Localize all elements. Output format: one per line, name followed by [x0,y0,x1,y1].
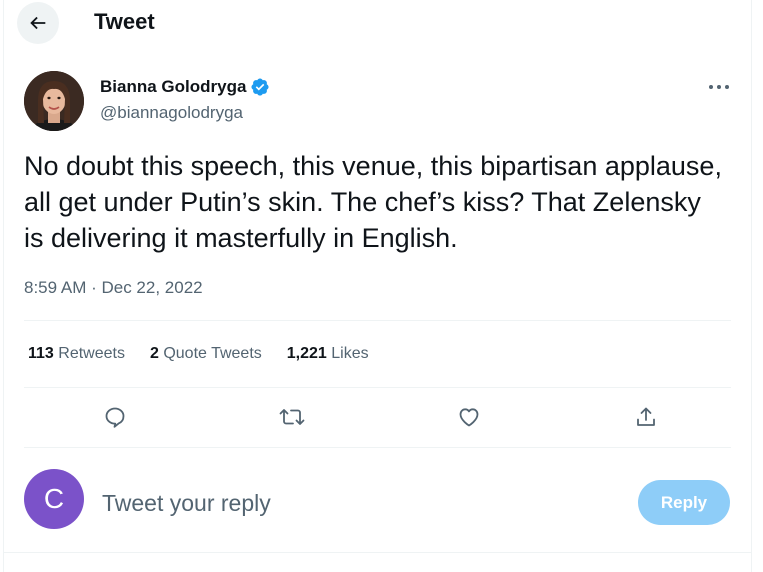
tweet-stats: 113 Retweets 2 Quote Tweets 1,221 Likes [28,345,369,363]
reply-button[interactable] [98,400,132,434]
quote-tweets-count: 2 [149,345,159,362]
like-button[interactable] [452,400,486,434]
retweets-count: 113 [28,345,54,362]
share-button[interactable] [629,400,663,434]
likes-stat[interactable]: 1,221 Likes [287,345,369,363]
retweet-button[interactable] [275,400,309,434]
back-button[interactable] [17,2,59,44]
tweet-text: No doubt this speech, this venue, this b… [24,151,722,253]
quote-tweets-stat[interactable]: 2 Quote Tweets [150,345,262,363]
tweet-detail-panel: Tweet Bianna Golodryga @biannagolodryga … [3,0,752,572]
tweet-header: Tweet [4,0,751,48]
likes-label: Likes [331,345,369,362]
tweet-actions [24,400,731,434]
author-name-label: Bianna Golodryga [100,77,247,96]
divider [24,447,731,448]
divider [4,552,751,553]
verified-badge-icon [251,78,269,96]
tweet-timestamp[interactable]: 8:59 AM · Dec 22, 2022 [24,278,203,298]
like-icon [459,408,479,427]
author-handle[interactable]: @biannagolodryga [100,103,243,123]
divider [24,320,731,321]
retweet-icon [279,409,305,425]
more-dots-icon [709,85,729,89]
quote-tweets-label: Quote Tweets [163,345,262,362]
arrow-left-icon [30,16,46,30]
user-avatar[interactable]: C [24,469,84,529]
reply-icon [105,407,125,428]
page-title: Tweet [94,9,155,34]
retweets-stat[interactable]: 113 Retweets [28,345,125,363]
reply-submit-button[interactable]: Reply [638,480,730,525]
author-avatar[interactable] [24,71,84,131]
share-icon [637,407,655,426]
author-photo [24,71,84,131]
reply-input[interactable] [102,486,602,520]
likes-count: 1,221 [286,345,327,362]
divider [24,387,731,388]
retweets-label: Retweets [58,345,125,362]
more-options-button[interactable] [704,76,734,98]
author-name[interactable]: Bianna Golodryga [100,77,270,97]
